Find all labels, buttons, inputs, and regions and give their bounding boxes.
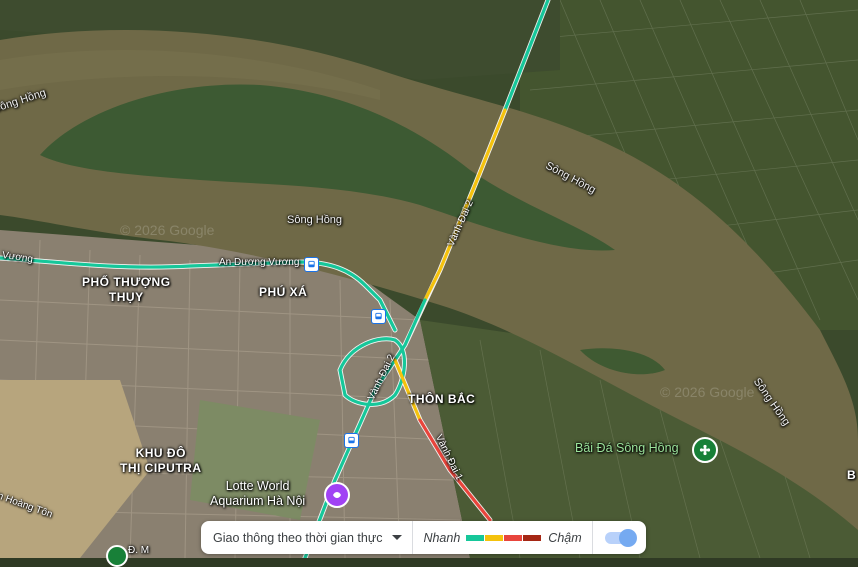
speed-color-moderate	[485, 534, 504, 541]
bus-stop-icon[interactable]	[304, 257, 319, 272]
google-watermark: © 2026 Google	[660, 384, 755, 400]
poi-label-bai-da-song-hong[interactable]: Bãi Đá Sông Hồng	[575, 441, 679, 456]
google-watermark: © 2026 Google	[120, 222, 215, 238]
speed-color-fast	[466, 534, 485, 541]
place-pin-icon[interactable]	[106, 545, 128, 567]
aquarium-pin-icon[interactable]	[324, 482, 350, 508]
river-label: Sông Hồng	[287, 214, 343, 226]
area-label-thon-bac: THÔN BẮC	[408, 392, 476, 406]
speed-color-slow	[504, 534, 523, 541]
speed-color-bar	[466, 534, 542, 541]
area-label-phu-xa: PHÚ XÁ	[259, 285, 308, 299]
speed-color-very-slow	[523, 534, 542, 541]
slow-label: Chậm	[548, 530, 582, 545]
chevron-down-icon	[392, 535, 403, 540]
toggle-knob	[618, 528, 637, 547]
traffic-mode-label: Giao thông theo thời gian thực	[213, 530, 383, 545]
bus-stop-icon[interactable]	[371, 309, 386, 324]
area-label-khu-do-thi: KHU ĐÔ THỊ CIPUTRA	[120, 446, 202, 475]
area-label-pho-thuong-thuy: PHỐ THƯỢNG THỤY	[82, 275, 171, 304]
traffic-legend: Giao thông theo thời gian thực Nhanh Chậ…	[201, 521, 646, 554]
traffic-mode-dropdown[interactable]: Giao thông theo thời gian thực	[201, 521, 414, 554]
bus-stop-icon[interactable]	[344, 433, 359, 448]
fast-label: Nhanh	[423, 530, 461, 545]
area-label-edge: B	[847, 468, 857, 482]
traffic-toggle[interactable]	[593, 521, 645, 554]
road-label-an-duong-vuong: An Dương Vương	[219, 257, 300, 268]
poi-label-lotte-aquarium[interactable]: Lotte World Aquarium Hà Nội	[210, 479, 305, 509]
flower-pin-icon[interactable]	[692, 437, 718, 463]
traffic-speed-scale: Nhanh Chậm	[413, 521, 593, 554]
road-label-d-m: Đ. M	[128, 545, 150, 556]
toggle-track	[604, 528, 637, 547]
